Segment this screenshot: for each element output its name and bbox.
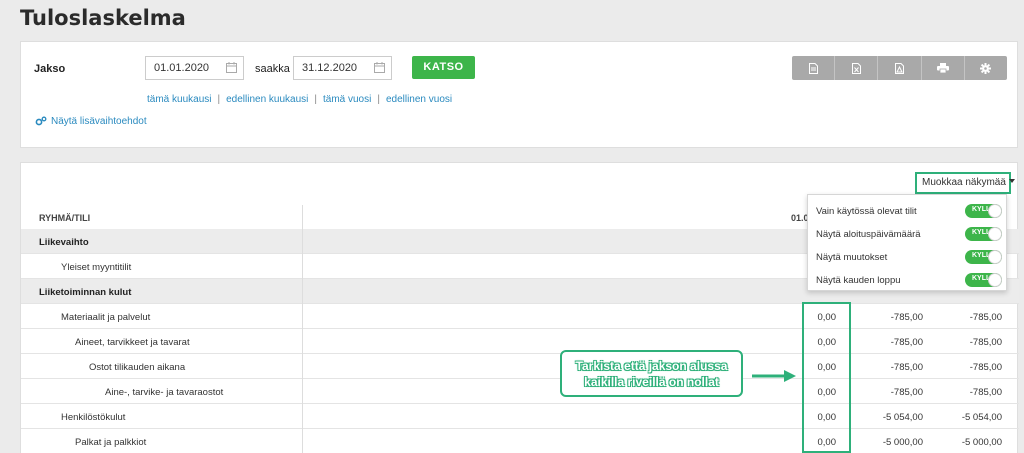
toggle-knob (988, 273, 1002, 287)
katso-button[interactable]: KATSO (412, 56, 475, 79)
row-value-v3: -5 000,00 (961, 437, 1002, 448)
start-date-input[interactable]: 01.01.2020 (145, 56, 244, 80)
toggle-knob (988, 227, 1002, 241)
link-this-year[interactable]: tämä vuosi (323, 94, 371, 105)
link-this-month[interactable]: tämä kuukausi (147, 94, 211, 105)
annotation-line-2: kaikilla riveillä on nollat (584, 375, 719, 389)
calendar-icon[interactable] (374, 62, 385, 73)
export-document-button[interactable] (792, 56, 834, 80)
row-value-v2: -785,00 (890, 337, 923, 348)
zero-column-highlight (802, 302, 851, 453)
row-label: Henkilöstökulut (61, 412, 126, 423)
caret-down-icon (1008, 179, 1015, 183)
table-row[interactable]: Materiaalit ja palvelut 0,00 -785,00 -785,0… (21, 304, 1019, 329)
row-label: Liikevaihto (39, 237, 89, 248)
option-label: Näytä kauden loppu (816, 275, 901, 286)
option-show-start-date[interactable]: Näytä aloituspäivämäärä KYLL (808, 221, 1008, 245)
print-button[interactable] (920, 56, 964, 80)
row-value-v3: -785,00 (969, 312, 1002, 323)
settings-button[interactable] (963, 56, 1007, 80)
annotation-callout: Tarkista että jakson alussa kaikilla riv… (560, 350, 743, 397)
more-options-label: Näytä lisävaihtoehdot (51, 116, 147, 127)
column-header-group: RYHMÄ/TILI (39, 213, 91, 223)
link-previous-month[interactable]: edellinen kuukausi (226, 94, 308, 105)
filter-panel: Jakso 01.01.2020 saakka 31.12.2020 KATSO… (20, 41, 1018, 148)
table-row[interactable]: Aineet, tarvikkeet ja tavarat 0,00 -785,00… (21, 329, 1019, 354)
link-separator: | (377, 94, 380, 105)
export-pdf-button[interactable] (877, 56, 920, 80)
link-separator: | (314, 94, 317, 105)
toggle-knob (988, 250, 1002, 264)
column-header-period: 01.0 (791, 213, 809, 223)
excel-icon (851, 62, 861, 74)
option-label: Näytä muutokset (816, 252, 888, 263)
toggle-knob (988, 204, 1002, 218)
option-label: Näytä aloituspäivämäärä (816, 229, 921, 240)
print-icon (936, 63, 949, 73)
option-label: Vain käytössä olevat tilit (816, 206, 917, 217)
row-label: Yleiset myyntitilit (61, 262, 132, 273)
pdf-icon (895, 62, 904, 74)
row-label: Aineet, tarvikkeet ja tavarat (75, 337, 190, 348)
row-value-v3: -785,00 (969, 362, 1002, 373)
customize-view-label: Muokkaa näkymää (922, 177, 1006, 188)
row-value-v2: -5 054,00 (882, 412, 923, 423)
link-previous-year[interactable]: edellinen vuosi (386, 94, 452, 105)
table-row[interactable]: Henkilöstökulut 0,00 -5 054,00 -5 054,00 (21, 404, 1019, 429)
row-label: Liiketoiminnan kulut (39, 287, 132, 298)
cogs-icon (35, 116, 47, 126)
period-label: Jakso (34, 63, 66, 75)
row-value-v2: -785,00 (890, 312, 923, 323)
end-date-input[interactable]: 31.12.2020 (293, 56, 392, 80)
export-toolbar (792, 56, 1007, 80)
customize-view-button[interactable]: Muokkaa näkymää (915, 172, 1015, 194)
row-label: Ostot tilikauden aikana (89, 362, 186, 373)
row-value-v3: -785,00 (969, 337, 1002, 348)
option-show-changes[interactable]: Näytä muutokset KYLL (808, 244, 1008, 268)
row-label: Materiaalit ja palvelut (61, 312, 151, 323)
customize-view-dropdown: Vain käytössä olevat tilit KYLL Näytä al… (807, 194, 1007, 291)
page-title: Tuloslaskelma (20, 6, 186, 30)
toggle-switch[interactable]: KYLL (965, 204, 1002, 218)
arrow-right-icon (752, 370, 796, 382)
row-value-v2: -785,00 (890, 387, 923, 398)
toggle-switch[interactable]: KYLL (965, 273, 1002, 287)
row-value-v2: -785,00 (890, 362, 923, 373)
row-label: Aine-, tarvike- ja tavaraostot (105, 387, 224, 398)
end-date-value: 31.12.2020 (302, 62, 358, 74)
table-row[interactable]: Ostot tilikauden aikana 0,00 -785,00 -785,0… (21, 354, 1019, 379)
row-value-v2: -5 000,00 (882, 437, 923, 448)
document-icon (808, 62, 818, 74)
more-options-link[interactable]: Näytä lisävaihtoehdot (35, 116, 147, 127)
link-separator: | (217, 94, 221, 105)
annotation-line-1: Tarkista että jakson alussa (575, 359, 728, 373)
export-excel-button[interactable] (834, 56, 877, 80)
table-row[interactable]: Aine-, tarvike- ja tavaraostot 0,00 -785,0… (21, 379, 1019, 404)
toggle-switch[interactable]: KYLL (965, 227, 1002, 241)
option-show-period-end[interactable]: Näytä kauden loppu KYLL (808, 267, 1008, 291)
row-value-v3: -785,00 (969, 387, 1002, 398)
gear-icon (980, 62, 992, 74)
option-active-accounts[interactable]: Vain käytössä olevat tilit KYLL (808, 198, 1008, 222)
column-divider (302, 205, 303, 453)
until-label: saakka (255, 63, 290, 75)
row-value-v3: -5 054,00 (961, 412, 1002, 423)
toggle-switch[interactable]: KYLL (965, 250, 1002, 264)
quick-date-links: tämä kuukausi | edellinen kuukausi | tämä vu… (147, 94, 452, 105)
table-row[interactable]: Palkat ja palkkiot 0,00 -5 000,00 -5 000,00 (21, 429, 1019, 453)
calendar-icon[interactable] (226, 62, 237, 73)
row-label: Palkat ja palkkiot (75, 437, 147, 448)
start-date-value: 01.01.2020 (154, 62, 210, 74)
